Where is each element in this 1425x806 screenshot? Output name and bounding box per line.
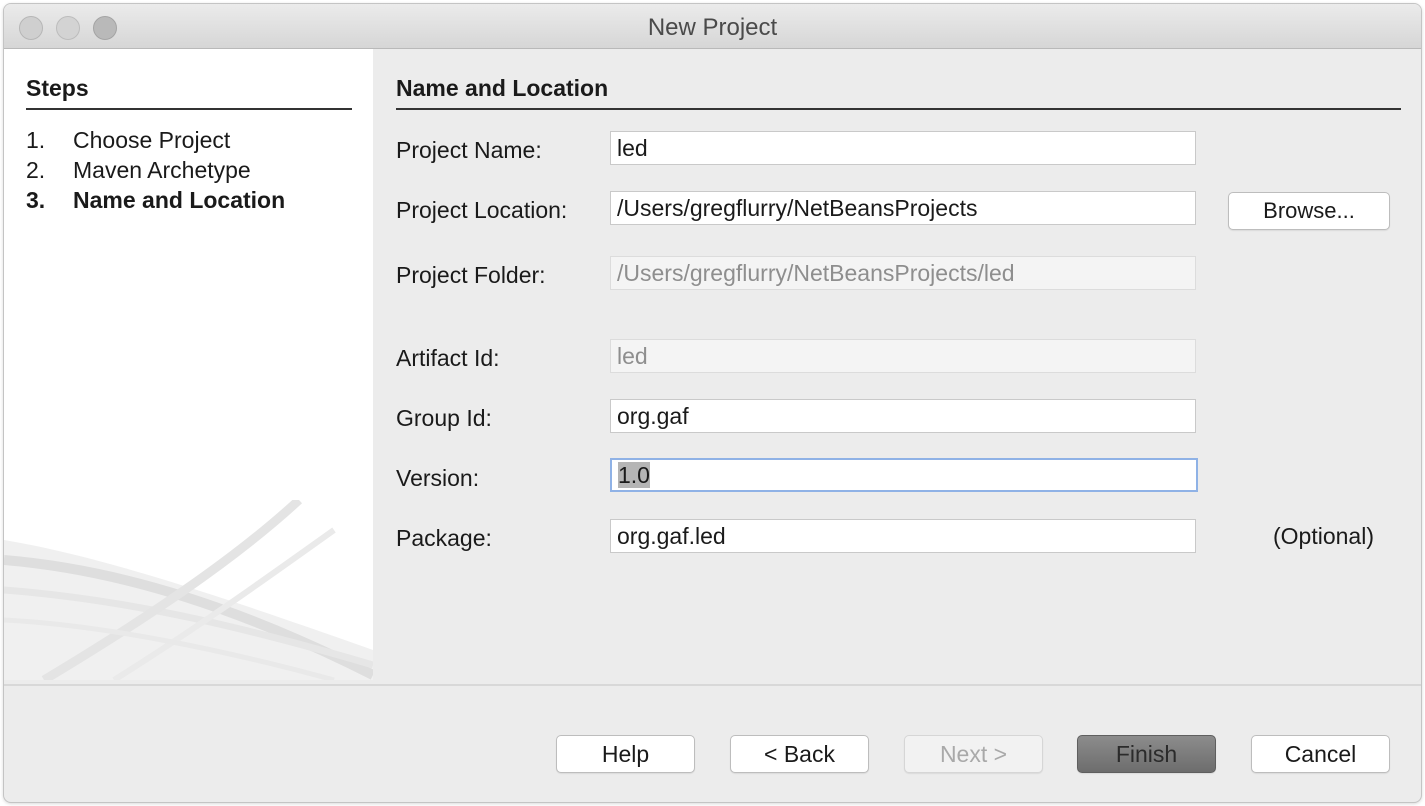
steps-list: 1. Choose Project 2. Maven Archetype 3. Nam… [26,125,285,215]
next-button[interactable]: Next > [904,735,1043,773]
version-label: Version: [396,465,480,491]
project-name-input[interactable]: led [610,131,1196,165]
step-number: 2. [26,157,46,183]
browse-button[interactable]: Browse... [1228,192,1390,230]
step-label: Maven Archetype [73,157,251,183]
cancel-button[interactable]: Cancel [1251,735,1390,773]
artifact-id-label: Artifact Id: [396,345,500,371]
step-label: Choose Project [73,127,231,153]
step-label: Name and Location [73,187,286,213]
project-location-input[interactable]: /Users/gregflurry/NetBeansProjects [610,191,1196,225]
package-label: Package: [396,525,492,551]
version-input[interactable]: 1.0 [610,458,1198,492]
package-optional-note: (Optional) [1273,523,1374,549]
project-folder-field: /Users/gregflurry/NetBeansProjects/led [610,256,1196,290]
footer-divider [4,684,1421,686]
help-button[interactable]: Help [556,735,695,773]
step-number: 3. [26,187,46,213]
back-button[interactable]: < Back [730,735,869,773]
step-item: 2. Maven Archetype [26,155,285,185]
steps-panel: Steps 1. Choose Project 2. Maven Archetype… [4,49,373,680]
title-bar: New Project [4,4,1421,49]
package-input[interactable]: org.gaf.led [610,519,1196,553]
step-item-current: 3. Name and Location [26,185,285,215]
netbeans-swoosh-decoration [4,500,373,680]
section-heading: Name and Location [396,75,1401,110]
window-title: New Project [647,14,778,41]
project-name-label: Project Name: [396,137,542,163]
new-project-dialog: New Project Steps 1. Choose Project 2. Mav… [3,3,1422,803]
step-item: 1. Choose Project [26,125,285,155]
finish-button[interactable]: Finish [1077,735,1216,773]
group-id-input[interactable]: org.gaf [610,399,1196,433]
steps-heading: Steps [26,75,352,110]
version-value-selected: 1.0 [618,462,650,488]
artifact-id-field: led [610,339,1196,373]
project-location-label: Project Location: [396,197,568,223]
step-number: 1. [26,127,46,153]
name-location-panel: Name and Location Project Name: led Proj… [373,49,1421,680]
group-id-label: Group Id: [396,405,492,431]
project-folder-label: Project Folder: [396,262,546,288]
